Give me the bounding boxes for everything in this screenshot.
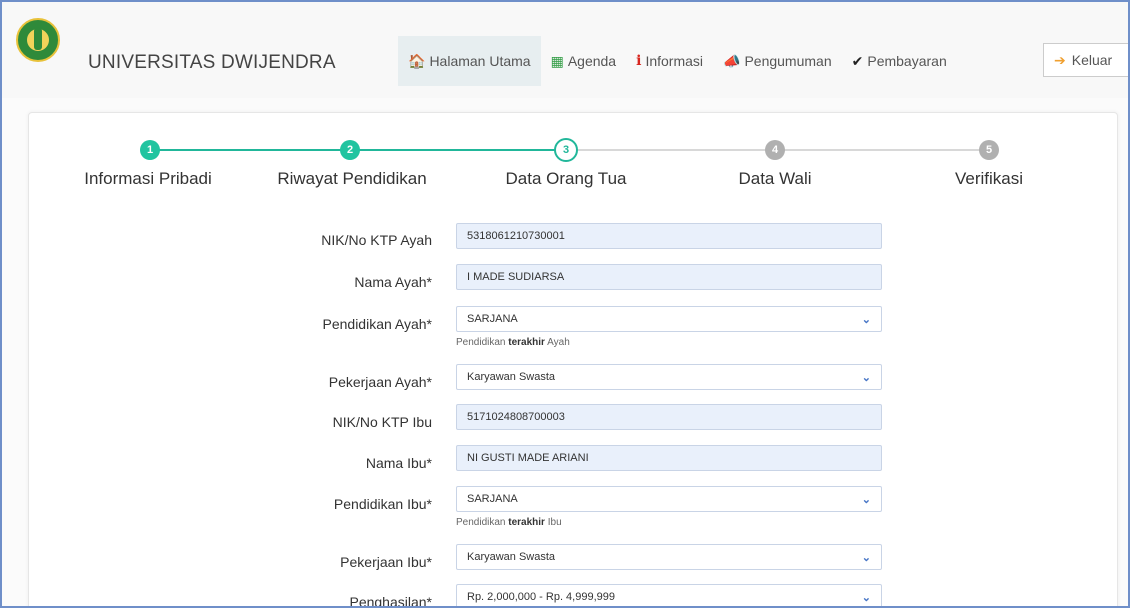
step-5-label: Verifikasi bbox=[954, 169, 1024, 188]
sign-out-icon: ➔ bbox=[1054, 51, 1066, 68]
step-connector-4-5 bbox=[774, 149, 988, 151]
nama-ayah-input[interactable]: I MADE SUDIARSA bbox=[456, 264, 882, 290]
step-1-label: Informasi Pribadi bbox=[84, 169, 212, 188]
nik-ayah-input[interactable]: 5318061210730001 bbox=[456, 223, 882, 249]
step-3-marker[interactable]: 3 bbox=[554, 138, 578, 162]
home-icon: 🏠 bbox=[408, 52, 426, 69]
nav-label: Agenda bbox=[567, 53, 617, 69]
help-text-bold: terakhir bbox=[508, 337, 545, 348]
selected-value: Karyawan Swasta bbox=[467, 551, 556, 563]
step-2-marker[interactable]: 2 bbox=[340, 140, 360, 160]
selected-value: Karyawan Swasta bbox=[467, 371, 556, 383]
pekerjaan-ayah-label: Pekerjaan Ayah* bbox=[328, 374, 432, 390]
penghasilan-label: Penghasilan* bbox=[349, 594, 432, 608]
info-icon: i bbox=[636, 53, 642, 69]
chevron-down-icon: ⌄ bbox=[861, 313, 871, 326]
selected-value: SARJANA bbox=[467, 313, 518, 325]
nav-label: Pembayaran bbox=[867, 53, 947, 69]
nav-item-agenda[interactable]: ▦ Agenda bbox=[541, 36, 627, 86]
help-text: Pendidikan bbox=[456, 517, 509, 528]
step-1-marker[interactable]: 1 bbox=[140, 140, 160, 160]
pekerjaan-ibu-label: Pekerjaan Ibu* bbox=[340, 554, 432, 570]
step-4-marker[interactable]: 4 bbox=[765, 140, 785, 160]
help-text: Ibu bbox=[544, 517, 562, 528]
nav-label: Halaman Utama bbox=[429, 53, 531, 69]
nav-item-pembayaran[interactable]: ✔ Pembayaran bbox=[842, 36, 957, 86]
help-text: Ayah bbox=[544, 337, 570, 348]
logout-label: Keluar bbox=[1071, 52, 1113, 68]
pendidikan-ayah-select[interactable]: SARJANA ⌄ bbox=[456, 306, 882, 332]
penghasilan-select[interactable]: Rp. 2,000,000 - Rp. 4,999,999 ⌄ bbox=[456, 584, 882, 606]
help-text: Pendidikan bbox=[456, 337, 509, 348]
chevron-down-icon: ⌄ bbox=[861, 371, 871, 384]
nav-label: Pengumuman bbox=[744, 53, 832, 69]
step-2-label: Riwayat Pendidikan bbox=[277, 169, 427, 188]
pendidikan-ibu-select[interactable]: SARJANA ⌄ bbox=[456, 486, 882, 512]
step-connector-3-4 bbox=[568, 149, 774, 151]
navbar: UNIVERSITAS DWIJENDRA 🏠 Halaman Utama ▦ … bbox=[2, 2, 1128, 98]
step-4-label: Data Wali bbox=[738, 169, 812, 188]
nik-ibu-input[interactable]: 5171024808700003 bbox=[456, 404, 882, 430]
selected-value: SARJANA bbox=[467, 493, 518, 505]
chevron-down-icon: ⌄ bbox=[861, 551, 871, 564]
pendidikan-ayah-help: Pendidikan terakhir Ayah bbox=[456, 337, 570, 348]
step-5-marker[interactable]: 5 bbox=[979, 140, 999, 160]
brand-name[interactable]: UNIVERSITAS DWIJENDRA bbox=[88, 52, 336, 74]
step-connector-1-2 bbox=[150, 149, 350, 151]
main-nav: 🏠 Halaman Utama ▦ Agenda i Informasi 📣 P… bbox=[398, 36, 957, 86]
calendar-icon: ▦ bbox=[550, 52, 564, 69]
check-icon: ✔ bbox=[851, 52, 864, 69]
pekerjaan-ibu-select[interactable]: Karyawan Swasta ⌄ bbox=[456, 544, 882, 570]
chevron-down-icon: ⌄ bbox=[861, 591, 871, 604]
selected-value: Rp. 2,000,000 - Rp. 4,999,999 bbox=[467, 591, 615, 603]
pekerjaan-ayah-select[interactable]: Karyawan Swasta ⌄ bbox=[456, 364, 882, 390]
pendidikan-ibu-label: Pendidikan Ibu* bbox=[333, 496, 432, 512]
step-3-label: Data Orang Tua bbox=[505, 169, 627, 188]
nav-item-informasi[interactable]: i Informasi bbox=[626, 36, 713, 86]
logout-button[interactable]: ➔ Keluar bbox=[1043, 43, 1128, 77]
logo-figure bbox=[34, 28, 42, 50]
university-logo[interactable] bbox=[16, 18, 60, 62]
pendidikan-ibu-help: Pendidikan terakhir Ibu bbox=[456, 517, 562, 528]
nama-ibu-input[interactable]: NI GUSTI MADE ARIANI bbox=[456, 445, 882, 471]
browser-frame: UNIVERSITAS DWIJENDRA 🏠 Halaman Utama ▦ … bbox=[0, 0, 1130, 608]
nama-ayah-label: Nama Ayah* bbox=[354, 274, 432, 290]
nama-ibu-label: Nama Ibu* bbox=[365, 455, 432, 471]
nik-ibu-label: NIK/No KTP Ibu bbox=[332, 414, 432, 430]
pendidikan-ayah-label: Pendidikan Ayah* bbox=[322, 316, 433, 332]
chevron-down-icon: ⌄ bbox=[861, 493, 871, 506]
nik-ayah-label: NIK/No KTP Ayah bbox=[321, 232, 432, 248]
nav-label: Informasi bbox=[645, 53, 704, 69]
megaphone-icon: 📣 bbox=[723, 52, 741, 69]
nav-item-halaman-utama[interactable]: 🏠 Halaman Utama bbox=[398, 36, 541, 86]
step-connector-2-3 bbox=[350, 149, 566, 151]
help-text-bold: terakhir bbox=[508, 517, 545, 528]
nav-item-pengumuman[interactable]: 📣 Pengumuman bbox=[713, 36, 842, 86]
